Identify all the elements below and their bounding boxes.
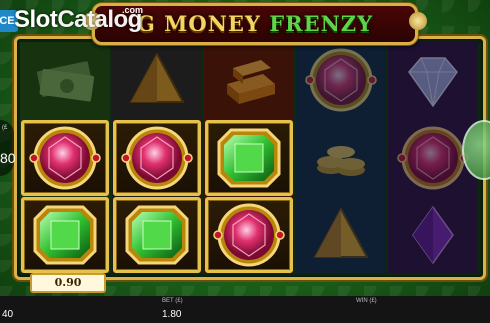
reel-grid: [14, 36, 486, 280]
gold-bar-icon: [227, 60, 275, 104]
emerald-icon: [217, 128, 281, 187]
reel-symbol-emerald: [205, 119, 293, 196]
ruby-icon: [397, 126, 469, 189]
pyramid-icon: [313, 206, 369, 258]
reel-symbol-amethyst: [389, 197, 477, 273]
game-title-green: FRENZY: [269, 11, 374, 36]
reel-1: [20, 42, 110, 273]
reel-symbol-ruby: [205, 197, 293, 273]
bet-value[interactable]: 1.80: [162, 309, 181, 320]
reel-3: [204, 42, 294, 273]
reel-symbol-emerald: [21, 197, 109, 273]
bottom-info-bar: 40 BET (£) 1.80 WIN (£): [0, 296, 490, 323]
watermark-suffix: .com: [122, 5, 144, 15]
reel-symbol-cash: [21, 42, 109, 118]
side-panel-label: (£: [2, 125, 8, 131]
line-win-value: 0.90: [30, 273, 106, 293]
diamond-icon: [408, 57, 458, 108]
reel-symbol-ruby: [21, 119, 109, 196]
reel-symbol-pyramid: [297, 197, 385, 273]
ruby-icon: [213, 203, 285, 267]
ruby-icon: [305, 48, 377, 112]
emerald-icon: [125, 205, 189, 265]
amethyst-icon: [412, 205, 454, 265]
balance-value: 40: [2, 309, 14, 320]
watermark-brand-a: Slot: [14, 6, 58, 33]
ruby-icon: [121, 126, 193, 189]
reel-2: [112, 42, 202, 273]
reel-symbol-gold-bar: [205, 42, 293, 118]
bet-label: BET (£): [162, 298, 183, 304]
win-label: WIN (£): [356, 298, 377, 304]
side-panel-value: 80: [0, 150, 16, 166]
emerald-icon: [33, 205, 97, 265]
reel-symbol-diamond: [389, 42, 477, 118]
coins-icon: [317, 145, 365, 176]
reel-symbol-coins: [297, 120, 385, 196]
reel-symbol-ruby: [297, 42, 385, 118]
reel-symbol-emerald: [113, 197, 201, 273]
ruby-icon: [29, 126, 101, 189]
pyramid-icon: [129, 51, 185, 103]
game-title-gold: G MONEY: [136, 11, 270, 36]
reel-symbol-pyramid: [113, 42, 201, 118]
reel-4: [296, 42, 386, 273]
cash-icon: [37, 61, 95, 102]
watermark-logo: CE SlotCatalog .com: [0, 2, 150, 36]
reel-symbol-ruby: [113, 119, 201, 196]
